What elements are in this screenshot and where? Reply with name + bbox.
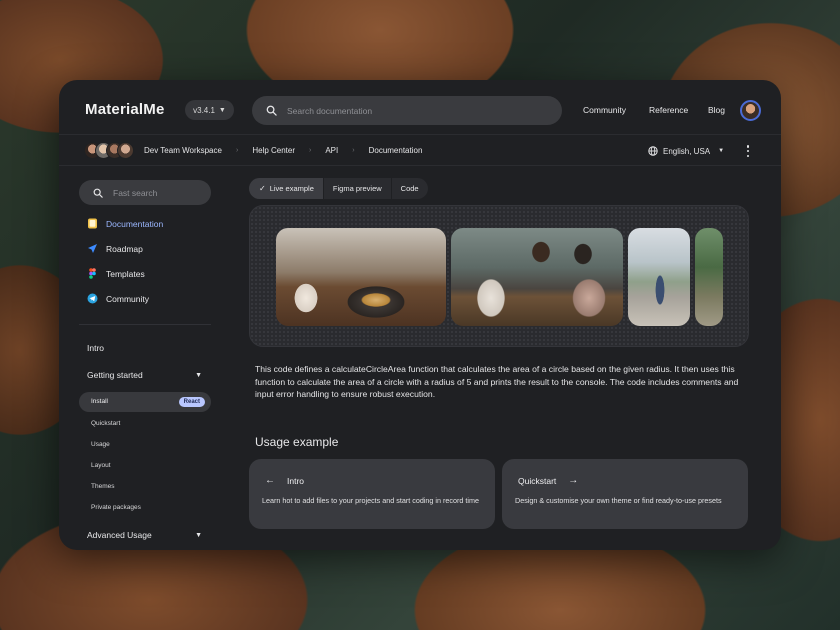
card-body: Learn hot to add files to your projects … [262,496,479,505]
sidebar-subitem-layout[interactable]: Layout [91,462,111,469]
gallery-image-cooking[interactable] [276,228,446,326]
language-label: English, USA [663,146,711,156]
gallery-image-park[interactable] [695,228,723,326]
tab-code[interactable]: Code [392,178,428,199]
search-icon [93,188,103,198]
subitem-label: Install [91,398,108,405]
globe-icon [648,146,658,156]
sidebar-subitem-themes[interactable]: Themes [91,483,114,490]
sidebar-divider [79,324,211,325]
sidebar-item-roadmap[interactable]: Roadmap [87,243,143,254]
avatar [117,142,134,159]
workspace-avatars[interactable] [84,142,134,159]
framework-badge: React [178,397,205,407]
sidebar-item-documentation[interactable]: Documentation [87,218,163,229]
sidebar-section-getting-started[interactable]: Getting started ▼ [87,370,202,380]
caret-down-icon: ▼ [718,148,725,154]
caret-down-icon: ▼ [218,106,226,114]
sidebar-item-label: Community [106,293,149,304]
sidebar-item-community[interactable]: Community [87,293,149,304]
sidebar-item-templates[interactable]: Templates [87,268,145,279]
gallery-image-street[interactable] [628,228,690,326]
chevron-right-icon: › [235,147,239,154]
tab-label: Figma preview [332,184,382,193]
tab-label: Code [400,184,419,193]
card-title: Intro [287,475,305,486]
app-window: MaterialMe v3.4.1 ▼ Community Reference … [59,80,781,550]
search-icon [266,105,277,116]
user-avatar[interactable] [740,100,761,121]
language-selector[interactable]: English, USA ▼ [648,146,724,156]
sidebar-section-intro[interactable]: Intro [87,343,104,353]
tab-live-example[interactable]: ✓ Live example [249,178,324,199]
breadcrumb-bar: Dev Team Workspace › Help Center › API ›… [59,134,781,166]
tab-figma-preview[interactable]: Figma preview [324,178,392,199]
nav-blog[interactable]: Blog [708,105,725,115]
caret-down-icon: ▼ [195,371,202,379]
crumb-workspace[interactable]: Dev Team Workspace [144,146,222,155]
doc-icon [88,218,97,229]
crumb-documentation: Documentation [368,146,423,155]
live-preview-panel [249,205,749,347]
version-selector[interactable]: v3.4.1 ▼ [185,100,234,120]
sidebar-search[interactable] [79,180,211,205]
card-header: ← Intro [265,475,304,486]
chevron-right-icon: › [352,147,355,154]
usage-example-heading: Usage example [255,435,339,449]
logo[interactable]: MaterialMe [85,101,165,118]
fast-search-input[interactable] [113,187,193,198]
telegram-icon [87,293,98,304]
chevron-right-icon: › [309,147,312,154]
sidebar-subitem-private-packages[interactable]: Private packages [91,504,141,511]
arrow-right-icon: → [568,475,579,486]
send-icon [88,244,97,253]
version-label: v3.4.1 [193,105,215,115]
search-input[interactable] [287,105,487,116]
search-bar[interactable] [252,96,562,125]
more-menu-icon[interactable] [745,145,751,157]
view-tabs: ✓ Live example Figma preview Code [249,178,428,199]
sidebar-item-label: Documentation [106,218,164,229]
card-quickstart[interactable]: Quickstart → Design & customise your own… [502,459,748,529]
breadcrumb: Dev Team Workspace › Help Center › API ›… [144,146,422,155]
card-body: Design & customise your own theme or fin… [515,496,722,505]
check-icon: ✓ [259,184,266,193]
figma-icon [89,268,96,279]
crumb-api[interactable]: API [325,146,338,155]
nav-reference[interactable]: Reference [649,105,688,115]
gallery-image-meeting[interactable] [451,228,623,326]
caret-down-icon: ▼ [195,531,202,539]
tab-label: Live example [269,184,314,193]
sidebar-subitem-quickstart[interactable]: Quickstart [91,420,120,427]
section-label: Getting started [87,370,143,380]
code-description: This code defines a calculateCircleArea … [255,364,739,399]
crumb-help-center[interactable]: Help Center [252,146,295,155]
card-intro[interactable]: ← Intro Learn hot to add files to your p… [249,459,495,529]
card-header: Quickstart → [518,475,578,486]
sidebar-subitem-install[interactable]: Install React [79,392,211,412]
top-bar: MaterialMe v3.4.1 ▼ Community Reference … [59,80,781,134]
sidebar-item-label: Roadmap [106,243,143,254]
sidebar-subitem-usage[interactable]: Usage [91,441,110,448]
sidebar-item-label: Templates [106,268,145,279]
section-label: Advanced Usage [87,530,152,540]
nav-community[interactable]: Community [583,105,626,115]
sidebar-section-advanced-usage[interactable]: Advanced Usage ▼ [87,530,202,540]
card-title: Quickstart [518,475,557,486]
arrow-left-icon: ← [265,475,275,486]
